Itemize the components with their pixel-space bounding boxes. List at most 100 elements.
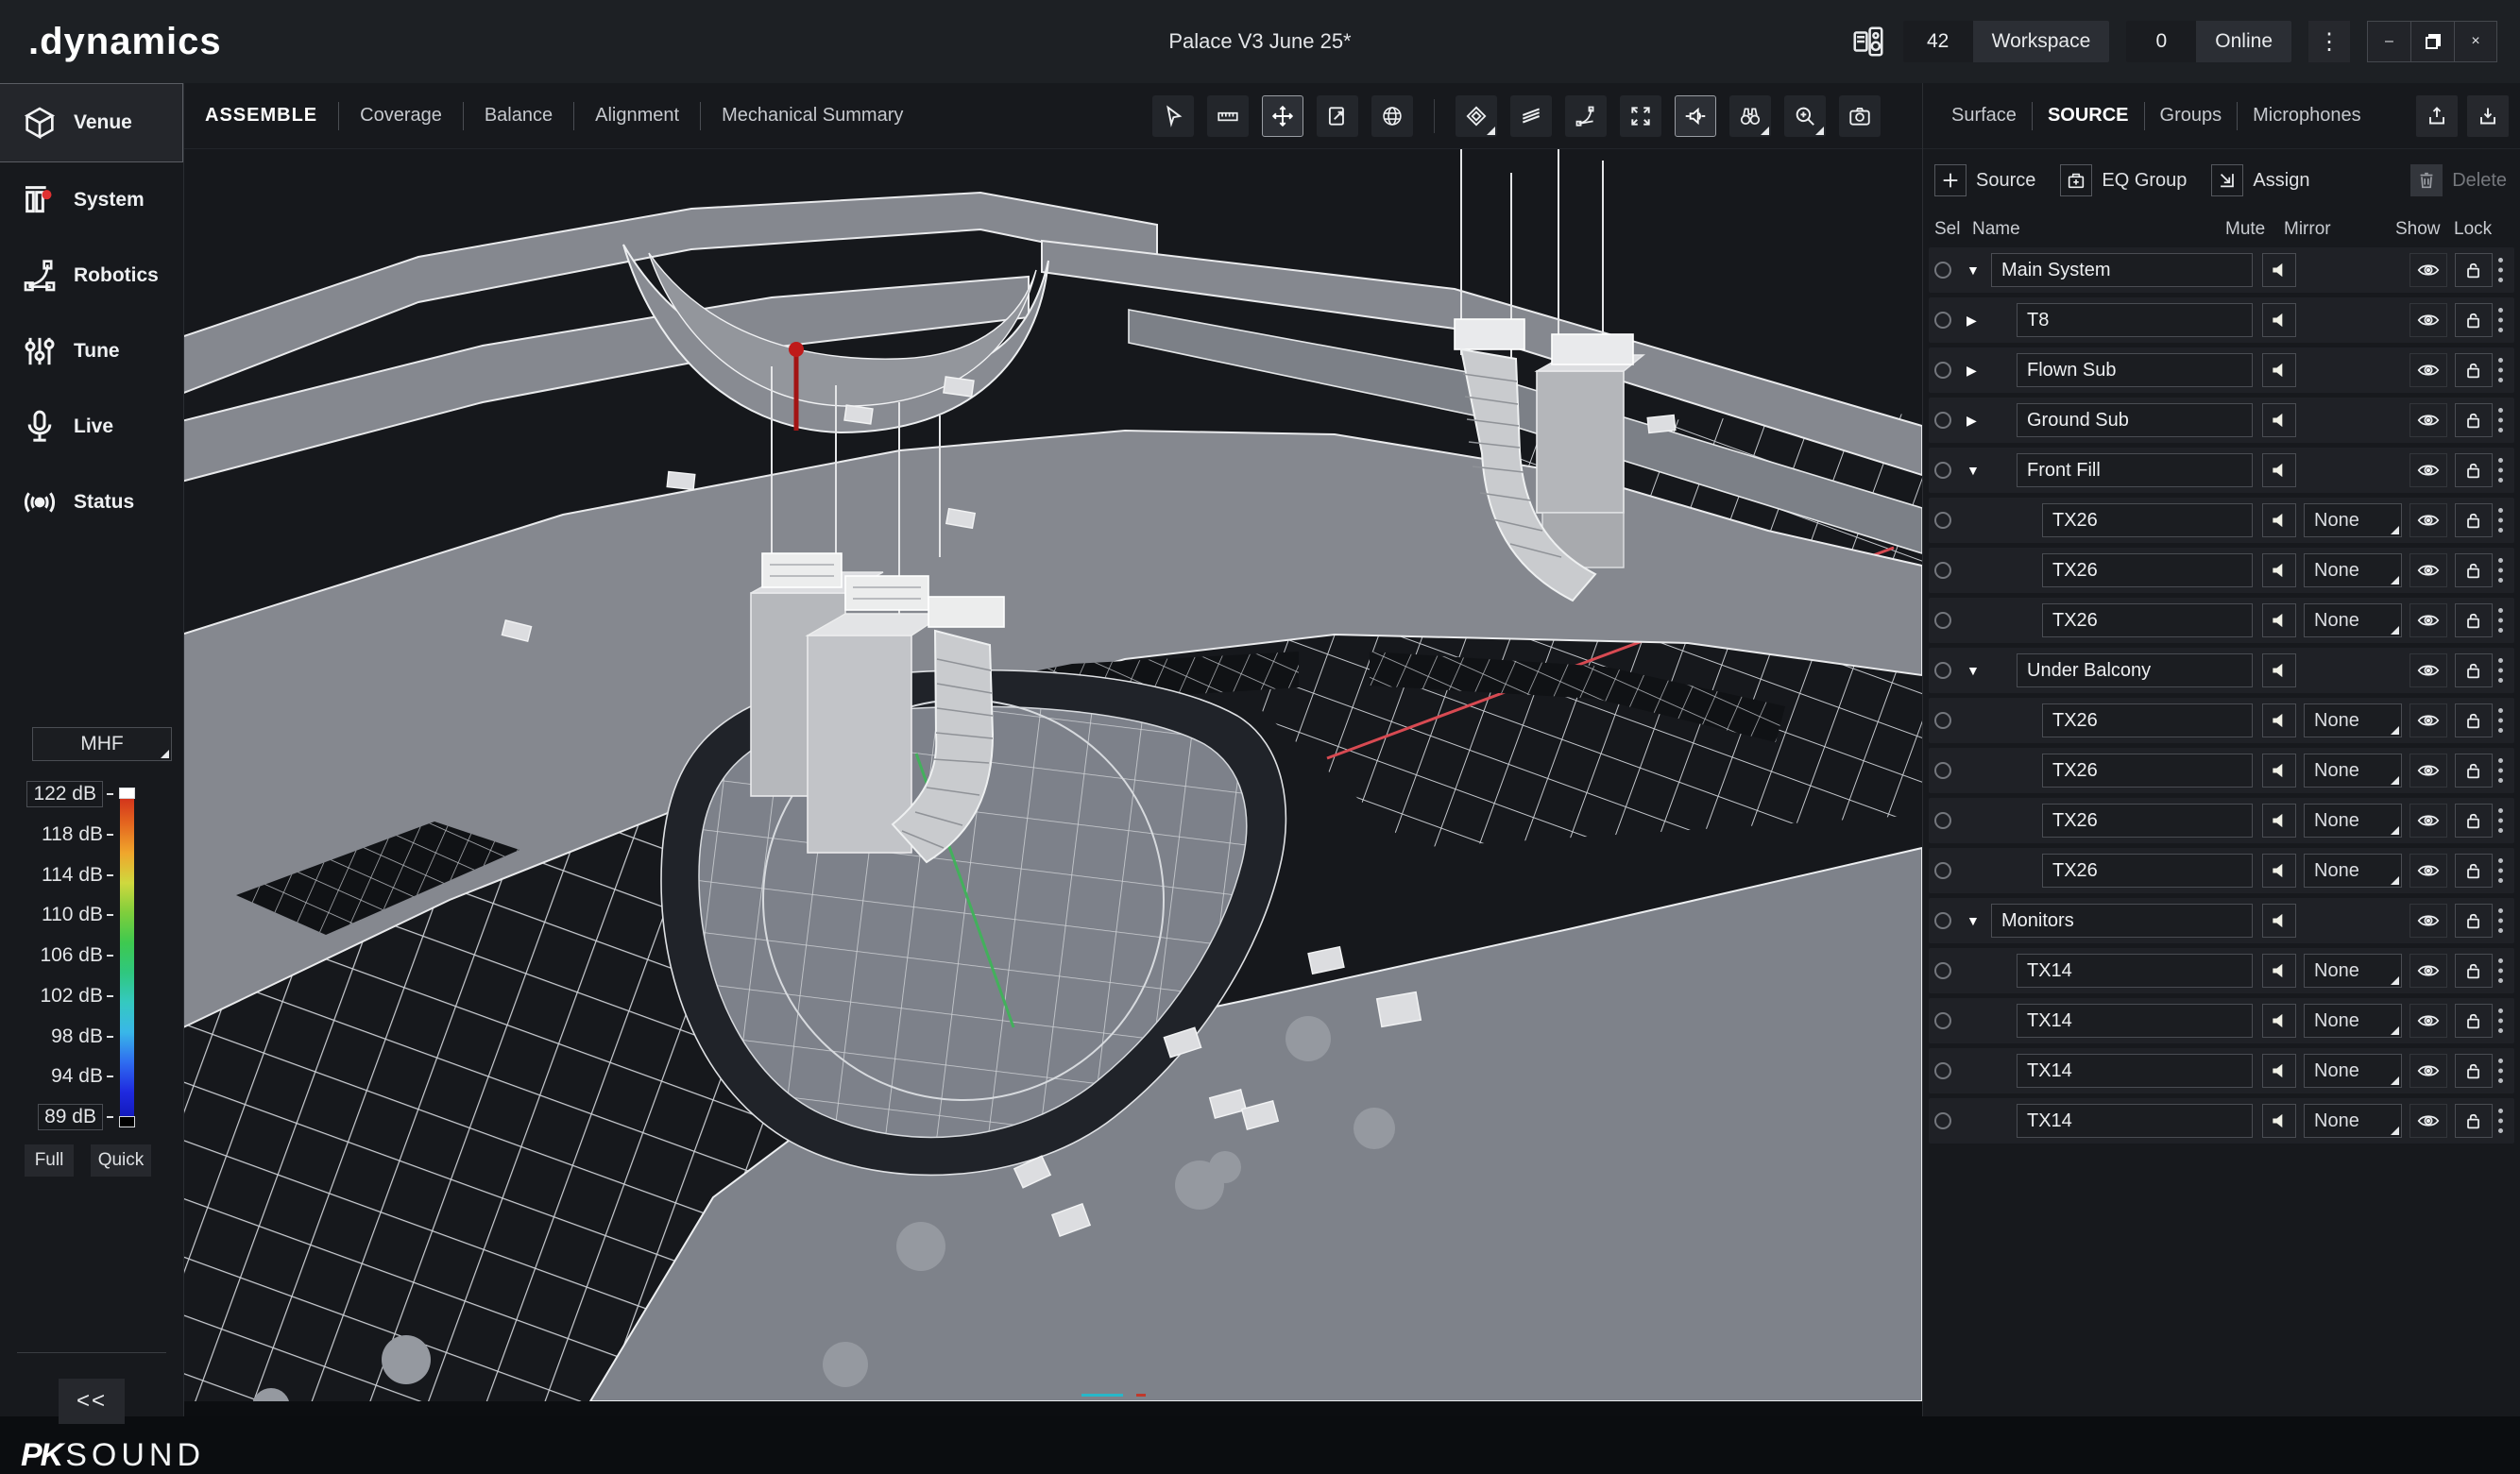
- mirror-dropdown[interactable]: None: [2304, 804, 2402, 838]
- table-row[interactable]: ▶ Flown Sub: [1929, 347, 2514, 393]
- unlock-button[interactable]: [2455, 253, 2493, 287]
- select-radio[interactable]: [1934, 462, 1951, 479]
- table-row[interactable]: ▶ T8: [1929, 297, 2514, 343]
- restore-button[interactable]: [2410, 21, 2454, 62]
- mirror-dropdown[interactable]: None: [2304, 553, 2402, 587]
- assign-button[interactable]: [2211, 164, 2243, 196]
- row-drag-handle[interactable]: [2498, 858, 2509, 883]
- unlock-button[interactable]: [2455, 453, 2493, 487]
- table-row[interactable]: ▼ Front Fill: [1929, 448, 2514, 493]
- source-name-input[interactable]: Front Fill: [2017, 453, 2253, 487]
- source-name-input[interactable]: Ground Sub: [2017, 403, 2253, 437]
- unlock-button[interactable]: [2455, 603, 2493, 637]
- source-name-input[interactable]: TX26: [2042, 854, 2253, 888]
- sidebar-item-system[interactable]: System: [0, 162, 183, 238]
- select-radio[interactable]: [1934, 1112, 1951, 1129]
- add-source-label[interactable]: Source: [1976, 170, 2035, 192]
- sidebar-item-tune[interactable]: Tune: [0, 313, 183, 389]
- select-radio[interactable]: [1934, 1062, 1951, 1079]
- table-row[interactable]: TX14 None: [1929, 1098, 2514, 1144]
- tab-groups[interactable]: Groups: [2145, 105, 2238, 127]
- mute-button[interactable]: [2262, 804, 2296, 838]
- mute-button[interactable]: [2262, 754, 2296, 788]
- ruler-tool-button[interactable]: [1207, 95, 1249, 137]
- select-radio[interactable]: [1934, 412, 1951, 429]
- row-drag-handle[interactable]: [2498, 758, 2509, 783]
- visibility-eye-button[interactable]: [2409, 653, 2447, 687]
- source-name-input[interactable]: TX26: [2042, 503, 2253, 537]
- unlock-button[interactable]: [2455, 754, 2493, 788]
- row-drag-handle[interactable]: [2498, 458, 2509, 483]
- assign-label[interactable]: Assign: [2253, 170, 2309, 192]
- expander-toggle[interactable]: ▶: [1967, 413, 1991, 429]
- table-row[interactable]: TX26 None: [1929, 498, 2514, 543]
- select-radio[interactable]: [1934, 862, 1951, 879]
- visibility-eye-button[interactable]: [2409, 1004, 2447, 1038]
- mute-button[interactable]: [2262, 904, 2296, 938]
- speaker-aim-button[interactable]: [1675, 95, 1716, 137]
- unlock-button[interactable]: [2455, 653, 2493, 687]
- visibility-eye-button[interactable]: [2409, 253, 2447, 287]
- select-radio[interactable]: [1934, 1012, 1951, 1029]
- select-radio[interactable]: [1934, 312, 1951, 329]
- select-radio[interactable]: [1934, 512, 1951, 529]
- visibility-eye-button[interactable]: [2409, 754, 2447, 788]
- source-name-input[interactable]: TX26: [2042, 754, 2253, 788]
- row-drag-handle[interactable]: [2498, 708, 2509, 733]
- select-tool-button[interactable]: [1152, 95, 1194, 137]
- viewport-3d[interactable]: [184, 149, 1922, 1416]
- visibility-eye-button[interactable]: [2409, 553, 2447, 587]
- select-radio[interactable]: [1934, 262, 1951, 279]
- table-row[interactable]: TX14 None: [1929, 1048, 2514, 1093]
- sidebar-item-venue[interactable]: Venue: [0, 83, 183, 162]
- eq-group-button[interactable]: [2060, 164, 2092, 196]
- row-drag-handle[interactable]: [2498, 508, 2509, 533]
- mirror-dropdown[interactable]: None: [2304, 1104, 2402, 1138]
- menu-kebab-button[interactable]: ⋮: [2308, 21, 2350, 62]
- table-row[interactable]: ▶ Ground Sub: [1929, 398, 2514, 443]
- sidebar-item-robotics[interactable]: Robotics: [0, 238, 183, 313]
- visibility-eye-button[interactable]: [2409, 303, 2447, 337]
- scale-min-handle[interactable]: [119, 1116, 135, 1127]
- parallel-lines-button[interactable]: [1510, 95, 1552, 137]
- spl-tick-label[interactable]: 122 dB: [19, 780, 113, 808]
- mute-button[interactable]: [2262, 653, 2296, 687]
- unlock-button[interactable]: [2455, 804, 2493, 838]
- sidebar-item-live[interactable]: Live: [0, 389, 183, 465]
- row-drag-handle[interactable]: [2498, 608, 2509, 633]
- tab-balance[interactable]: Balance: [464, 105, 573, 127]
- mirror-dropdown[interactable]: None: [2304, 703, 2402, 737]
- source-name-input[interactable]: TX26: [2042, 603, 2253, 637]
- fit-view-button[interactable]: [1620, 95, 1661, 137]
- select-radio[interactable]: [1934, 912, 1951, 929]
- quick-calc-button[interactable]: Quick: [91, 1144, 151, 1177]
- table-row[interactable]: TX14 None: [1929, 948, 2514, 993]
- sidebar-item-status[interactable]: Status: [0, 465, 183, 540]
- row-drag-handle[interactable]: [2498, 1008, 2509, 1033]
- source-name-input[interactable]: Under Balcony: [2017, 653, 2253, 687]
- row-drag-handle[interactable]: [2498, 408, 2509, 432]
- screenshot-button[interactable]: [1839, 95, 1881, 137]
- visibility-eye-button[interactable]: [2409, 954, 2447, 988]
- delete-label[interactable]: Delete: [2452, 170, 2507, 192]
- expander-toggle[interactable]: ▼: [1967, 913, 1991, 928]
- move-tool-button[interactable]: [1262, 95, 1303, 137]
- mute-button[interactable]: [2262, 253, 2296, 287]
- visibility-eye-button[interactable]: [2409, 1104, 2447, 1138]
- expander-toggle[interactable]: ▼: [1967, 463, 1991, 478]
- export-button[interactable]: [2416, 95, 2458, 137]
- source-name-input[interactable]: T8: [2017, 303, 2253, 337]
- tab-microphones[interactable]: Microphones: [2238, 105, 2376, 127]
- table-row[interactable]: ▼ Monitors: [1929, 898, 2514, 943]
- visibility-eye-button[interactable]: [2409, 603, 2447, 637]
- scale-max-handle[interactable]: [119, 788, 135, 799]
- unlock-button[interactable]: [2455, 1004, 2493, 1038]
- full-calc-button[interactable]: Full: [25, 1144, 74, 1177]
- minimize-button[interactable]: –: [2367, 21, 2410, 62]
- band-selector-dropdown[interactable]: MHF: [32, 727, 172, 761]
- curve-tool-button[interactable]: [1565, 95, 1607, 137]
- mirror-dropdown[interactable]: None: [2304, 954, 2402, 988]
- unlock-button[interactable]: [2455, 1104, 2493, 1138]
- mute-button[interactable]: [2262, 303, 2296, 337]
- unlock-button[interactable]: [2455, 553, 2493, 587]
